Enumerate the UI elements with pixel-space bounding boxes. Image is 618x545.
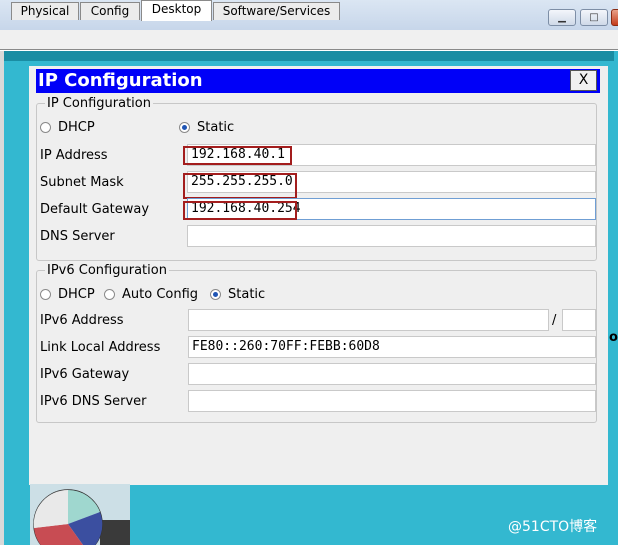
ipv4-dhcp-label: DHCP	[58, 120, 95, 135]
ipv4-group-label: IP Configuration	[45, 96, 153, 111]
close-window-button[interactable]	[611, 9, 618, 26]
ipv6-dhcp-label: DHCP	[58, 287, 95, 302]
pie-chart-icon[interactable]	[30, 484, 130, 545]
ipv6-auto-config-label: Auto Config	[122, 287, 199, 302]
pie-icon-graphic	[33, 489, 130, 545]
ipv6-static-radio[interactable]	[210, 289, 221, 300]
ipv6-group-label: IPv6 Configuration	[45, 263, 169, 278]
ipv4-static-label: Static	[197, 120, 235, 135]
tab-software-services[interactable]: Software/Services	[213, 2, 340, 20]
tab-config[interactable]: Config	[80, 2, 140, 20]
ipv4-dhcp-radio[interactable]	[40, 122, 51, 133]
ipv6-dhcp-radio[interactable]	[40, 289, 51, 300]
ipv6-gateway-label: IPv6 Gateway	[40, 367, 130, 382]
tab-desktop[interactable]: Desktop	[141, 0, 212, 21]
ipv4-static-radio[interactable]	[179, 122, 190, 133]
default-gateway-input[interactable]: 192.168.40.254	[187, 198, 596, 220]
dns-server-input[interactable]	[187, 225, 596, 247]
ipv6-static-label: Static	[228, 287, 266, 302]
link-local-address-label: Link Local Address	[40, 340, 161, 355]
panel-close-button[interactable]: X	[570, 70, 597, 91]
ipv6-gateway-input[interactable]	[188, 363, 596, 385]
tab-physical[interactable]: Physical	[11, 2, 79, 20]
default-gateway-label: Default Gateway	[40, 202, 150, 217]
ipv6-dns-server-input[interactable]	[188, 390, 596, 412]
dns-server-label: DNS Server	[40, 229, 115, 244]
ipv6-address-label: IPv6 Address	[40, 313, 124, 328]
ipv6-address-input[interactable]	[188, 309, 549, 331]
prefix-separator: /	[552, 313, 557, 328]
ip-address-label: IP Address	[40, 148, 108, 163]
minimize-button[interactable]: ▁	[548, 9, 576, 26]
ipv6-auto-config-radio[interactable]	[104, 289, 115, 300]
background-text-fragment: o	[609, 330, 618, 345]
subnet-mask-input[interactable]: 255.255.255.0	[187, 171, 596, 193]
ip-address-input[interactable]: 192.168.40.1	[187, 144, 596, 166]
link-local-address-input[interactable]: FE80::260:70FF:FEBB:60D8	[188, 336, 596, 358]
ipv6-prefix-input[interactable]	[562, 309, 596, 331]
maximize-button[interactable]: □	[580, 9, 608, 26]
ipv6-dns-server-label: IPv6 DNS Server	[40, 394, 147, 409]
watermark-text: @51CTO博客	[508, 519, 598, 535]
panel-title: IP Configuration	[38, 70, 203, 91]
tab-bar	[0, 30, 618, 50]
desktop-top-band	[4, 51, 614, 61]
subnet-mask-label: Subnet Mask	[40, 175, 124, 190]
